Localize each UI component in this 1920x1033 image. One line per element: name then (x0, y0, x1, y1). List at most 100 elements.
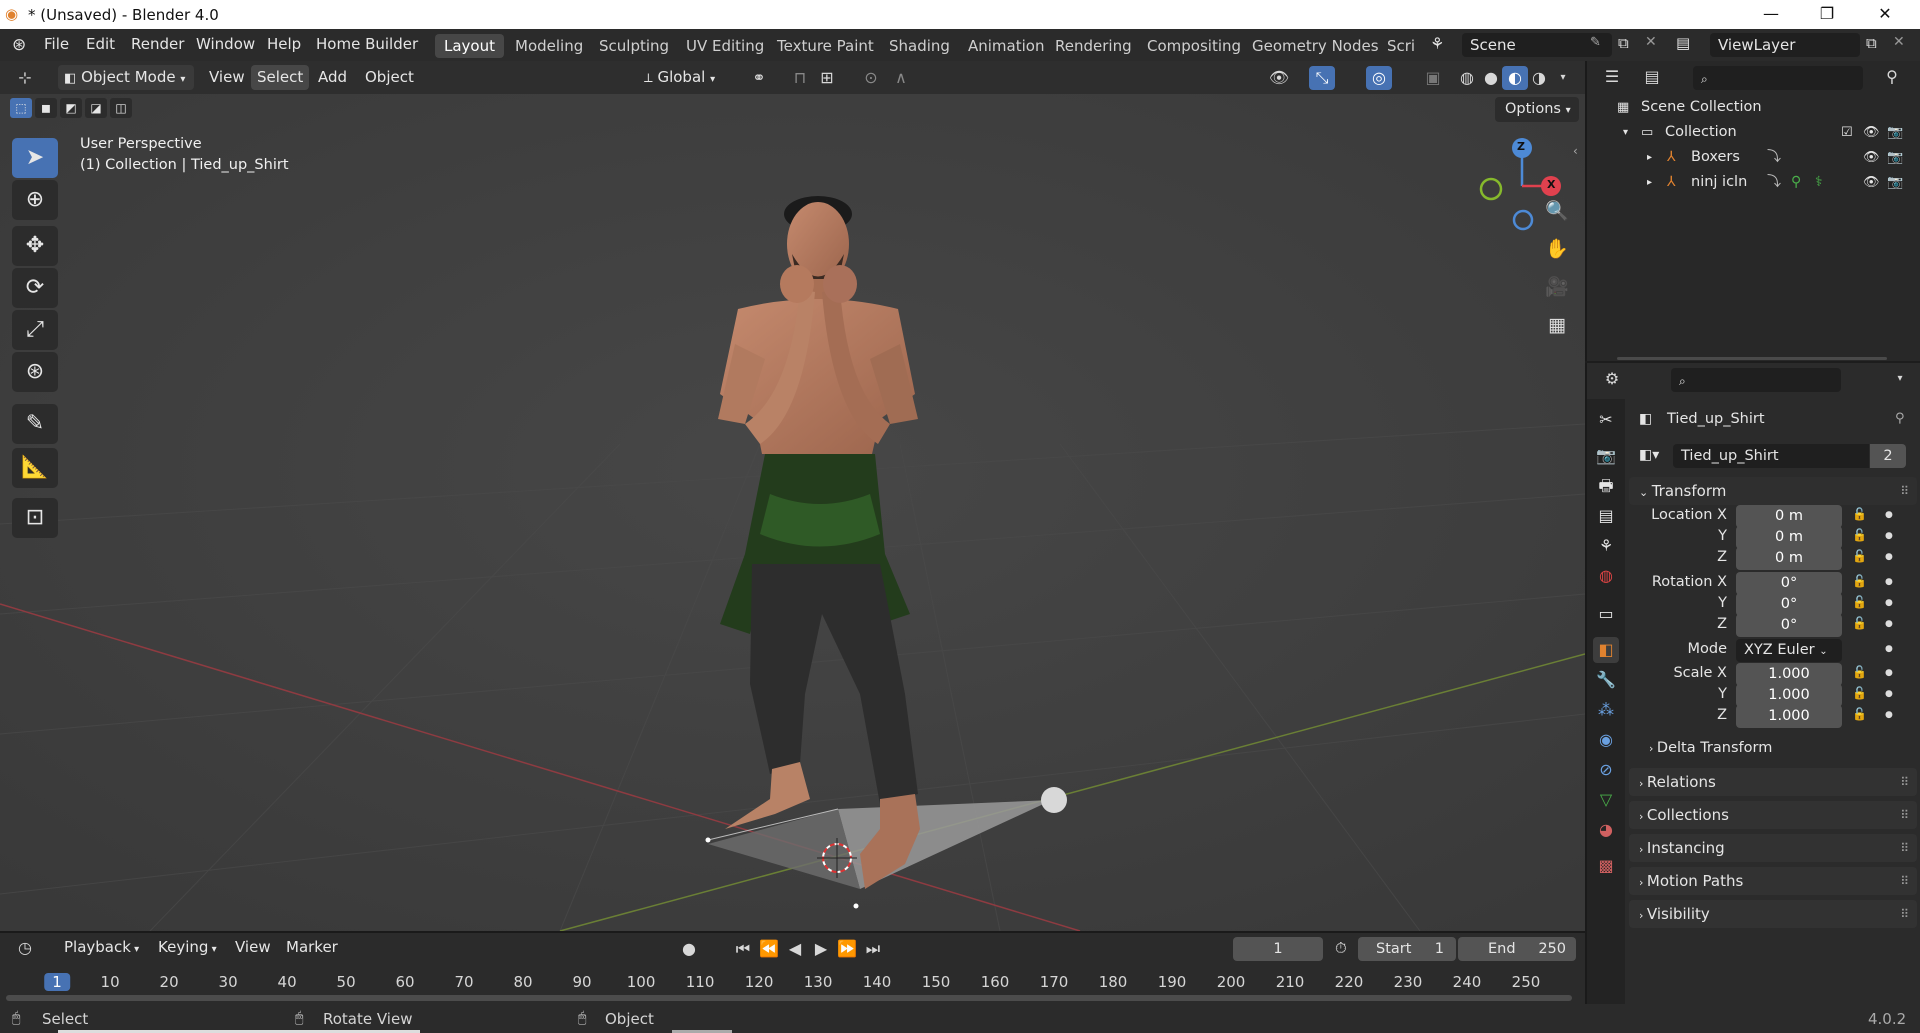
rotation-y-field[interactable]: 0° (1736, 593, 1842, 616)
instancing-panel[interactable]: › Instancing ⠿ (1629, 834, 1917, 862)
data-tab-icon[interactable]: ▽ (1593, 787, 1619, 813)
lock-icon[interactable]: 🔓 (1852, 665, 1867, 679)
timeline-scrollbar[interactable] (6, 995, 1572, 1001)
lock-icon[interactable]: 🔓 (1852, 549, 1867, 563)
measure-tool[interactable]: 📐 (12, 448, 58, 488)
outliner-editor-type-icon[interactable]: ☰ (1599, 65, 1625, 89)
menu-select[interactable]: Select (251, 65, 310, 90)
keyframe-dot-icon[interactable]: ● (1885, 644, 1893, 654)
menu-edit[interactable]: Edit (86, 35, 115, 53)
material-shading-icon[interactable]: ◐ (1502, 66, 1528, 90)
location-z-field[interactable]: 0 m (1736, 547, 1842, 570)
menu-object[interactable]: Object (359, 65, 420, 90)
render-camera-icon[interactable]: 📷 (1887, 145, 1903, 170)
scene-tab-icon[interactable]: ⚘ (1593, 533, 1619, 559)
annotate-tool[interactable]: ✎ (12, 404, 58, 444)
keyframe-dot-icon[interactable]: ● (1885, 510, 1893, 520)
display-mode-icon[interactable]: ▤ (1639, 65, 1665, 89)
shading-options-icon[interactable]: ▾ (1550, 66, 1576, 90)
tab-geometry-nodes[interactable]: Geometry Nodes (1243, 34, 1388, 58)
snap-target-icon[interactable]: ⊞ (814, 66, 840, 90)
outliner-scrollbar[interactable] (1617, 357, 1887, 360)
view-layer-selector[interactable]: ViewLayer (1710, 33, 1860, 57)
lock-icon[interactable]: 🔓 (1852, 595, 1867, 609)
visibility-icon[interactable]: 👁 (1266, 66, 1292, 90)
drag-handle-icon[interactable]: ⠿ (1900, 900, 1909, 928)
tab-modeling[interactable]: Modeling (506, 34, 592, 58)
motion-paths-panel[interactable]: › Motion Paths ⠿ (1629, 867, 1917, 895)
outliner-row-collection[interactable]: ▾ ▭ Collection ☑ 👁 📷 (1587, 120, 1920, 145)
keyframe-dot-icon[interactable]: ● (1885, 619, 1893, 629)
location-x-field[interactable]: 0 m (1736, 505, 1842, 528)
menu-render[interactable]: Render (131, 35, 184, 53)
delta-transform-subpanel[interactable]: › Delta Transform (1649, 735, 1909, 761)
menu-view[interactable]: View (203, 65, 251, 90)
material-tab-icon[interactable]: ◕ (1593, 817, 1619, 843)
perspective-toggle-icon[interactable]: ▦ (1540, 308, 1574, 342)
keyframe-dot-icon[interactable]: ● (1885, 710, 1893, 720)
expand-arrow-icon[interactable]: ▸ (1647, 170, 1652, 195)
location-y-field[interactable]: 0 m (1736, 526, 1842, 549)
texture-tab-icon[interactable]: ▩ (1593, 853, 1619, 879)
overlay-toggle-icon[interactable]: ◎ (1366, 66, 1392, 90)
outliner-row-scene-collection[interactable]: ▦ Scene Collection (1587, 95, 1920, 120)
lock-icon[interactable]: 🔓 (1852, 686, 1867, 700)
render-camera-icon[interactable]: 📷 (1887, 120, 1903, 145)
solid-shading-icon[interactable]: ● (1478, 66, 1504, 90)
select-mode-extend-icon[interactable]: ◼ (35, 98, 57, 118)
new-scene-icon[interactable]: ⧉ (1618, 34, 1629, 52)
keyframe-dot-icon[interactable]: ● (1885, 689, 1893, 699)
tool-tab-icon[interactable]: ✂ (1593, 407, 1619, 433)
output-tab-icon[interactable]: 🖶 (1593, 473, 1619, 499)
world-tab-icon[interactable]: ◍ (1593, 563, 1619, 589)
select-mode-invert-icon[interactable]: ◪ (85, 98, 107, 118)
tab-texture-paint[interactable]: Texture Paint (768, 34, 883, 58)
current-frame-marker[interactable]: 1 (44, 973, 70, 991)
frame-ruler[interactable]: 1 10 20 30 40 50 60 70 80 90 100 110 120 130 140 150 160… (0, 933, 1585, 1003)
outliner-search-input[interactable]: ⌕ (1693, 66, 1863, 90)
pin-icon[interactable]: ✎ (1590, 35, 1601, 50)
object-mode-dropdown[interactable]: ◧ Object Mode ▾ (58, 65, 194, 90)
scale-tool[interactable]: ⤢ (12, 310, 58, 350)
constraints-tab-icon[interactable]: ⊘ (1593, 757, 1619, 783)
drag-handle-icon[interactable]: ⠿ (1900, 477, 1909, 505)
select-mode-subtract-icon[interactable]: ◩ (60, 98, 82, 118)
render-camera-icon[interactable]: 📷 (1887, 170, 1903, 195)
move-tool[interactable]: ✥ (12, 226, 58, 266)
scale-x-field[interactable]: 1.000 (1736, 663, 1842, 686)
restore-icon[interactable]: ❐ (1804, 2, 1850, 26)
keyframe-dot-icon[interactable]: ● (1885, 552, 1893, 562)
select-mode-intersect-icon[interactable]: ◫ (110, 98, 132, 118)
drag-handle-icon[interactable]: ⠿ (1900, 768, 1909, 796)
exclude-checkbox[interactable]: ☑ (1841, 120, 1853, 145)
wireframe-shading-icon[interactable]: ◍ (1454, 66, 1480, 90)
visibility-panel[interactable]: › Visibility ⠿ (1629, 900, 1917, 928)
filter-icon[interactable]: ⚲ (1879, 65, 1905, 89)
select-box-tool[interactable]: ➤ (12, 138, 58, 178)
tab-layout[interactable]: Layout (435, 34, 504, 58)
snap-icon[interactable]: ⊓ (787, 66, 813, 90)
physics-tab-icon[interactable]: ◉ (1593, 727, 1619, 753)
properties-options-icon[interactable]: ▾ (1887, 367, 1913, 391)
editor-type-icon[interactable]: ⊹ (12, 66, 38, 90)
tab-scripting[interactable]: Scri (1378, 34, 1424, 58)
proportional-edit-icon[interactable]: ⊙ (858, 66, 884, 90)
menu-help[interactable]: Help (267, 35, 301, 53)
tab-animation[interactable]: Animation (959, 34, 1053, 58)
view-layer-icon[interactable]: ▤ (1676, 34, 1690, 52)
properties-search-input[interactable]: ⌕ (1671, 368, 1841, 392)
collections-panel[interactable]: › Collections ⠿ (1629, 801, 1917, 829)
rotate-tool[interactable]: ⟳ (12, 268, 58, 308)
xray-icon[interactable]: ▣ (1420, 66, 1446, 90)
render-tab-icon[interactable]: 📷 (1593, 443, 1619, 469)
lock-icon[interactable]: 🔓 (1852, 574, 1867, 588)
collection-tab-icon[interactable]: ▭ (1593, 601, 1619, 627)
minimize-icon[interactable]: — (1748, 2, 1794, 26)
lock-icon[interactable]: 🔓 (1852, 528, 1867, 542)
visibility-eye-icon[interactable]: 👁 (1863, 170, 1880, 195)
scene-icon[interactable]: ⚘ (1430, 34, 1444, 53)
delete-scene-icon[interactable]: ✕ (1645, 34, 1657, 50)
select-mode-new-icon[interactable]: ⬚ (10, 98, 32, 118)
tab-compositing[interactable]: Compositing (1138, 34, 1250, 58)
visibility-eye-icon[interactable]: 👁 (1863, 145, 1880, 170)
